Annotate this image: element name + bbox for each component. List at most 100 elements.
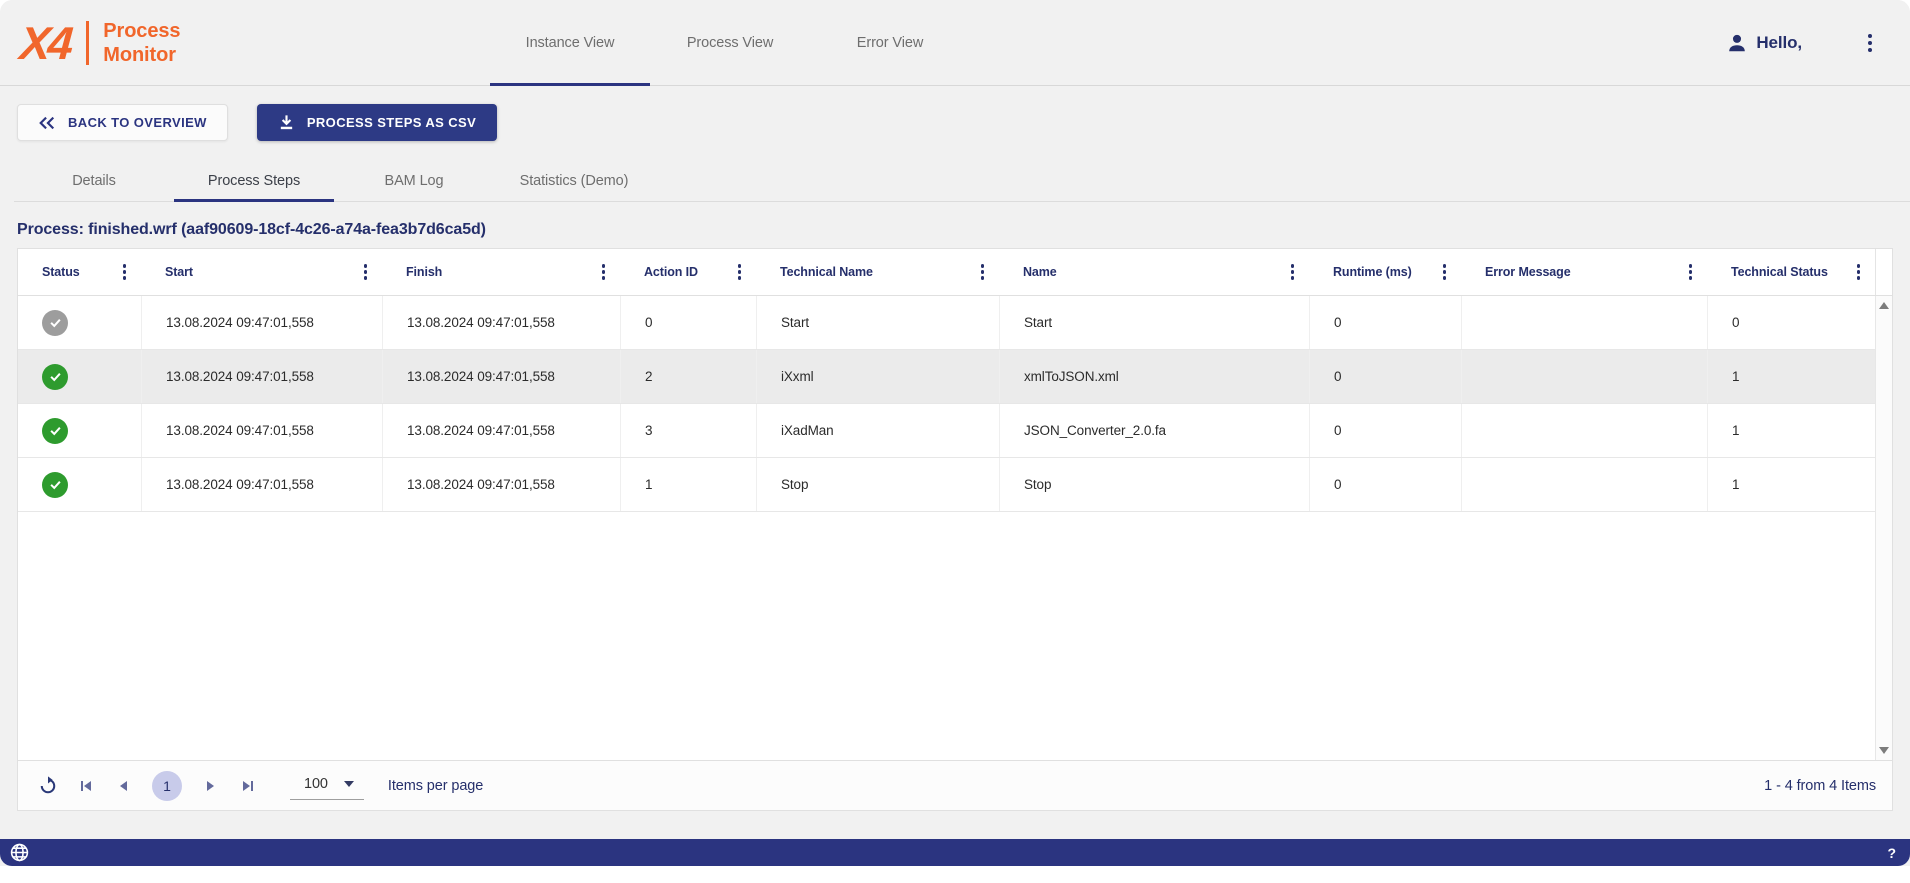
status-neutral-check-icon <box>42 310 68 336</box>
cell-technical-status: 1 <box>1707 458 1875 511</box>
cell-name: xmlToJSON.xml <box>999 350 1309 403</box>
globe-icon <box>10 843 29 862</box>
column-menu-icon[interactable] <box>120 261 130 283</box>
next-page-icon <box>204 780 216 792</box>
column-header-name: Name <box>999 249 1309 295</box>
tab-details[interactable]: Details <box>14 161 174 201</box>
items-per-page-label: Items per page <box>388 778 483 794</box>
main-tab-process-view[interactable]: Process View <box>650 0 810 85</box>
column-menu-icon[interactable] <box>1686 261 1696 283</box>
column-label-error-message: Error Message <box>1485 265 1571 279</box>
top-right-section: Hello, <box>1726 0 1876 85</box>
cell-finish: 13.08.2024 09:47:01,558 <box>382 350 620 403</box>
grid-pager: 1 100 Items per page 1 - 4 <box>18 760 1892 810</box>
user-icon <box>1726 32 1748 54</box>
column-menu-icon[interactable] <box>599 261 609 283</box>
pager-range-label: 1 - 4 from 4 Items <box>1764 778 1876 794</box>
column-header-error-message: Error Message <box>1461 249 1707 295</box>
column-label-status: Status <box>42 265 80 279</box>
process-title: Process: finished.wrf (aaf90609-18cf-4c2… <box>17 221 1910 239</box>
cell-status <box>18 296 141 349</box>
column-label-technical-name: Technical Name <box>780 265 873 279</box>
tab-bam-log[interactable]: BAM Log <box>334 161 494 201</box>
table-row[interactable]: 13.08.2024 09:47:01,55813.08.2024 09:47:… <box>18 458 1875 512</box>
cell-finish: 13.08.2024 09:47:01,558 <box>382 458 620 511</box>
next-page-button[interactable] <box>196 772 224 800</box>
app-title: Process Monitor <box>103 19 180 67</box>
refresh-icon <box>38 776 58 796</box>
main-tab-bar: Instance ViewProcess ViewError View <box>490 0 970 85</box>
column-header-start: Start <box>141 249 382 295</box>
table-row[interactable]: 13.08.2024 09:47:01,55813.08.2024 09:47:… <box>18 404 1875 458</box>
current-page-button[interactable]: 1 <box>152 771 182 801</box>
user-greeting[interactable]: Hello, <box>1726 32 1802 54</box>
cell-start: 13.08.2024 09:47:01,558 <box>141 296 382 349</box>
column-menu-icon[interactable] <box>1440 261 1450 283</box>
column-menu-icon[interactable] <box>735 261 745 283</box>
scroll-up-icon[interactable] <box>1879 302 1889 309</box>
caret-down-icon <box>344 781 354 787</box>
column-menu-icon[interactable] <box>978 261 988 283</box>
cell-start: 13.08.2024 09:47:01,558 <box>141 404 382 457</box>
tab-statistics-demo[interactable]: Statistics (Demo) <box>494 161 654 201</box>
back-to-overview-button[interactable]: BACK TO OVERVIEW <box>17 104 228 141</box>
cell-technical-status: 1 <box>1707 350 1875 403</box>
column-menu-icon[interactable] <box>361 261 371 283</box>
column-menu-icon[interactable] <box>1854 261 1864 283</box>
previous-page-button[interactable] <box>110 772 138 800</box>
grid-header-row: Status Start Finish Action ID Technical Name… <box>18 249 1892 296</box>
x4-logo: X4 <box>18 20 71 66</box>
app-window: X4 Process Monitor Instance ViewProcess … <box>0 0 1910 883</box>
column-label-name: Name <box>1023 265 1057 279</box>
cell-technical-name: Stop <box>756 458 999 511</box>
table-row[interactable]: 13.08.2024 09:47:01,55813.08.2024 09:47:… <box>18 350 1875 404</box>
refresh-button[interactable] <box>34 772 62 800</box>
top-bar: X4 Process Monitor Instance ViewProcess … <box>0 0 1910 86</box>
toolbar: BACK TO OVERVIEW PROCESS STEPS AS CSV <box>17 104 1910 141</box>
process-steps-as-csv-button[interactable]: PROCESS STEPS AS CSV <box>257 104 497 141</box>
cell-runtime: 0 <box>1309 350 1461 403</box>
column-label-finish: Finish <box>406 265 442 279</box>
grid-rows: 13.08.2024 09:47:01,55813.08.2024 09:47:… <box>18 296 1875 512</box>
main-content: X4 Process Monitor Instance ViewProcess … <box>0 0 1910 866</box>
main-tab-error-view[interactable]: Error View <box>810 0 970 85</box>
table-row[interactable]: 13.08.2024 09:47:01,55813.08.2024 09:47:… <box>18 296 1875 350</box>
double-chevron-left-icon <box>38 116 56 130</box>
cell-error-message <box>1461 404 1707 457</box>
help-button[interactable]: ? <box>1888 845 1896 861</box>
column-header-technical-status: Technical Status <box>1707 249 1875 295</box>
cell-start: 13.08.2024 09:47:01,558 <box>141 350 382 403</box>
status-success-icon <box>42 418 68 444</box>
column-menu-icon[interactable] <box>1288 261 1298 283</box>
download-icon <box>278 114 295 131</box>
main-tab-instance-view[interactable]: Instance View <box>490 0 650 85</box>
cell-action-id: 2 <box>620 350 756 403</box>
vertical-scrollbar[interactable] <box>1875 296 1892 760</box>
detail-tab-bar: DetailsProcess StepsBAM LogStatistics (D… <box>14 161 1910 202</box>
process-steps-grid: Status Start Finish Action ID Technical Name… <box>17 248 1893 811</box>
header-scrollbar-spacer <box>1875 249 1892 295</box>
cell-status <box>18 350 141 403</box>
scroll-down-icon[interactable] <box>1879 747 1889 754</box>
brand-logo: X4 Process Monitor <box>20 19 180 67</box>
cell-start: 13.08.2024 09:47:01,558 <box>141 458 382 511</box>
cell-error-message <box>1461 296 1707 349</box>
grid-body: 13.08.2024 09:47:01,55813.08.2024 09:47:… <box>18 296 1892 760</box>
items-per-page-select[interactable]: 100 <box>290 771 364 800</box>
tab-process-steps[interactable]: Process Steps <box>174 161 334 201</box>
cell-finish: 13.08.2024 09:47:01,558 <box>382 404 620 457</box>
previous-page-icon <box>118 780 130 792</box>
kebab-menu-icon[interactable] <box>1864 30 1876 56</box>
column-label-action-id: Action ID <box>644 265 698 279</box>
column-header-finish: Finish <box>382 249 620 295</box>
language-button[interactable] <box>10 843 29 862</box>
column-header-status: Status <box>18 249 141 295</box>
cell-technical-name: Start <box>756 296 999 349</box>
footer-bar: ? <box>0 839 1910 866</box>
cell-status <box>18 404 141 457</box>
first-page-button[interactable] <box>72 772 100 800</box>
cell-status <box>18 458 141 511</box>
last-page-button[interactable] <box>234 772 262 800</box>
cell-error-message <box>1461 458 1707 511</box>
column-header-runtime-ms: Runtime (ms) <box>1309 249 1461 295</box>
